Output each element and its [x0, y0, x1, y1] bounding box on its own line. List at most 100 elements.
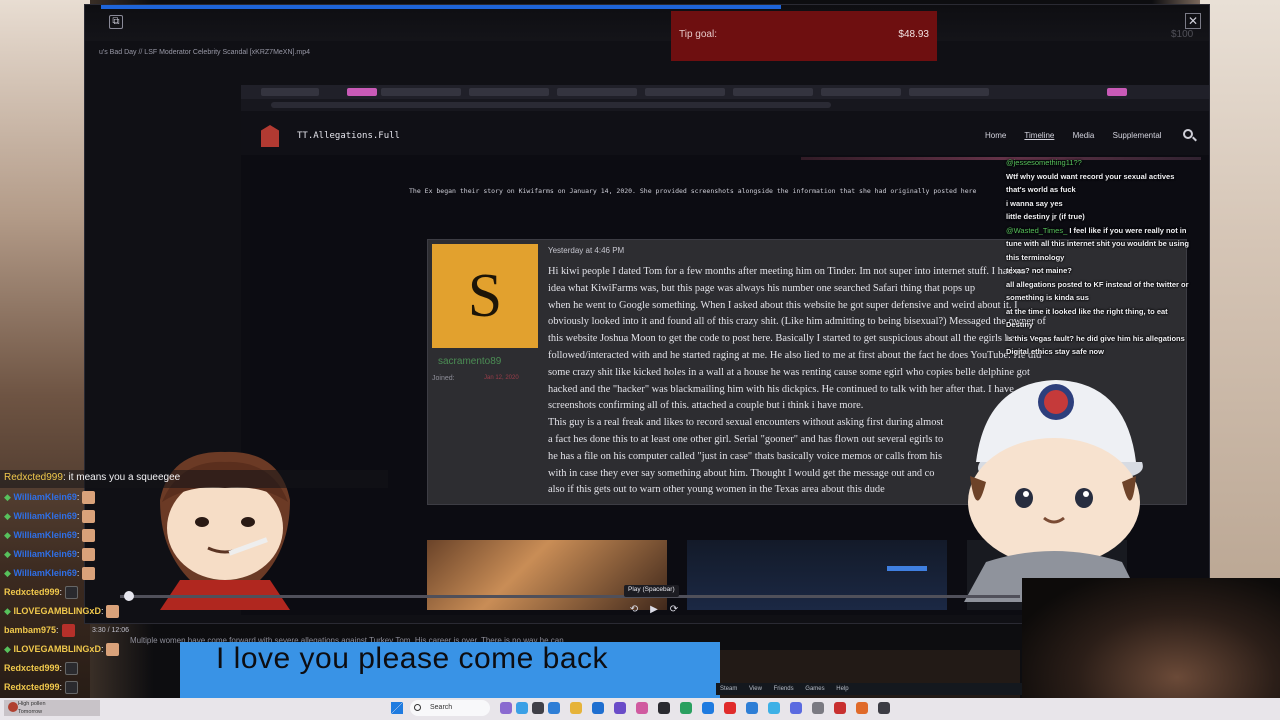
app-icon[interactable] — [856, 702, 868, 714]
video-progress-bar[interactable] — [120, 595, 1020, 598]
thumbnail — [687, 540, 947, 610]
play-button[interactable]: ▶ — [648, 604, 660, 616]
taskbar-search[interactable]: Search — [410, 700, 490, 716]
overlay-chat-message: Digital ethics stay safe now — [1006, 347, 1104, 356]
app-icon[interactable] — [532, 702, 544, 714]
player-accent-bar — [101, 5, 781, 9]
chat-sep: : — [76, 492, 80, 502]
chat-username: Redxcted999 — [4, 663, 60, 673]
chat-text: : it means you a squeegee — [62, 472, 181, 483]
overlay-chat: @jessesomething11?? Wtf why would want r… — [1006, 156, 1196, 359]
joined-date: Jan 12, 2020 — [484, 375, 519, 381]
overlay-chat-message: at the time it looked like the right thi… — [1006, 306, 1168, 330]
app-icon[interactable] — [592, 702, 604, 714]
time-readout: 3:30 / 12:06 — [92, 627, 129, 634]
chat-sep: : — [59, 682, 63, 692]
rewind-icon[interactable]: ⟲ — [628, 604, 640, 616]
site-title: TT.Allegations.Full — [297, 131, 400, 141]
thumbnail — [427, 540, 667, 610]
app-icon[interactable] — [500, 702, 512, 714]
browser-tab — [733, 88, 813, 96]
emote-icon — [106, 643, 120, 657]
browser-tab — [469, 88, 549, 96]
progress-handle[interactable] — [124, 591, 134, 601]
chat-username: ILOVEGAMBLINGxD — [13, 606, 101, 616]
weather-widget[interactable]: High pollen Tomorrow — [4, 700, 100, 716]
chat-row: ◆ ILOVEGAMBLINGxD: — [4, 602, 120, 620]
chat-row: Redxcted999: — [4, 659, 79, 677]
banner-text: I love you please come back — [216, 642, 609, 675]
chat-username: WilliamKlein69 — [13, 492, 77, 502]
overlay-chat-user: @jessesomething11?? — [1006, 158, 1082, 167]
emote-icon — [82, 529, 96, 543]
chat-username: Redxcted999 — [4, 472, 63, 483]
intro-text: The Ex began their story on Kiwifarms on… — [409, 187, 977, 195]
nav-timeline: Timeline — [1024, 131, 1055, 140]
chat-sep: : — [76, 511, 80, 521]
youtube-icon[interactable] — [724, 702, 736, 714]
chat-sep: : — [76, 568, 80, 578]
app-icon[interactable] — [636, 702, 648, 714]
app-icon[interactable] — [658, 702, 670, 714]
forward-icon[interactable]: ⟳ — [668, 604, 680, 616]
nav-home: Home — [985, 131, 1007, 140]
chat-sep: : — [76, 530, 80, 540]
chat-row: Redxcted999: — [4, 583, 79, 601]
emote-icon — [82, 510, 96, 524]
steam-menu-item[interactable]: Steam — [720, 686, 737, 692]
chat-username: WilliamKlein69 — [13, 568, 77, 578]
chat-message: Redxcted999: it means you a squeegee — [4, 472, 180, 483]
browser-tab — [821, 88, 901, 96]
steam-menu-item[interactable]: Help — [836, 686, 848, 692]
chat-row: ◆ WilliamKlein69: — [4, 564, 96, 582]
emote-icon — [106, 605, 120, 619]
file-explorer-icon[interactable] — [570, 702, 582, 714]
app-icon[interactable] — [812, 702, 824, 714]
emote-icon — [82, 567, 96, 581]
close-icon[interactable]: ✕ — [1185, 13, 1201, 29]
chat-row: ◆ WilliamKlein69: — [4, 545, 96, 563]
chat-username: WilliamKlein69 — [13, 530, 77, 540]
emote-icon — [65, 586, 79, 600]
chat-row: ◆ WilliamKlein69: — [4, 507, 96, 525]
chat-sep: : — [100, 644, 104, 654]
steam-menu-item[interactable]: View — [749, 686, 762, 692]
player-title-bar — [85, 5, 1209, 41]
video-file-title: u's Bad Day // LSF Moderator Celebrity S… — [99, 49, 311, 56]
pollen-icon — [8, 702, 18, 712]
app-icon[interactable] — [548, 702, 560, 714]
chat-username: WilliamKlein69 — [13, 511, 77, 521]
emote-icon — [65, 662, 79, 676]
weather-line: Tomorrow — [18, 709, 43, 715]
steam-menu-item[interactable]: Friends — [774, 686, 794, 692]
overlay-chat-message: Wtf why would want record your sexual ac… — [1006, 171, 1175, 195]
streamer-avatar-left — [160, 451, 290, 610]
steam-menu-bar: Steam View Friends Games Help — [716, 683, 1022, 695]
nav-supplemental: Supplemental — [1112, 131, 1162, 140]
tip-goal-target: $100 — [1171, 29, 1194, 40]
chrome-icon[interactable] — [768, 702, 780, 714]
window-icon[interactable]: ⧉ — [109, 15, 123, 29]
tip-goal-current: $48.93 — [898, 29, 929, 40]
site-nav: Home Timeline Media Supplemental — [985, 131, 1178, 140]
app-icon[interactable] — [834, 702, 846, 714]
start-button[interactable] — [391, 702, 403, 714]
app-icon[interactable] — [746, 702, 758, 714]
chat-username: ILOVEGAMBLINGxD — [13, 644, 101, 654]
app-icon[interactable] — [614, 702, 626, 714]
steam-menu-item[interactable]: Games — [805, 686, 824, 692]
app-icon[interactable] — [702, 702, 714, 714]
chat-sep: : — [76, 549, 80, 559]
site-header: TT.Allegations.Full Home Timeline Media … — [241, 111, 1209, 155]
search-icon — [414, 704, 421, 711]
app-icon[interactable] — [516, 702, 528, 714]
app-icon[interactable] — [680, 702, 692, 714]
app-icon[interactable] — [878, 702, 890, 714]
chat-row: bambam975: — [4, 621, 75, 639]
message-banner: I love you please come back — [180, 642, 720, 700]
post-username: sacramento89 — [438, 356, 502, 367]
play-tooltip: Play (Spacebar) — [624, 585, 679, 597]
overlay-chat-message: little destiny jr (if true) — [1006, 212, 1085, 221]
chat-row: ◆ WilliamKlein69: — [4, 526, 96, 544]
app-icon[interactable] — [790, 702, 802, 714]
